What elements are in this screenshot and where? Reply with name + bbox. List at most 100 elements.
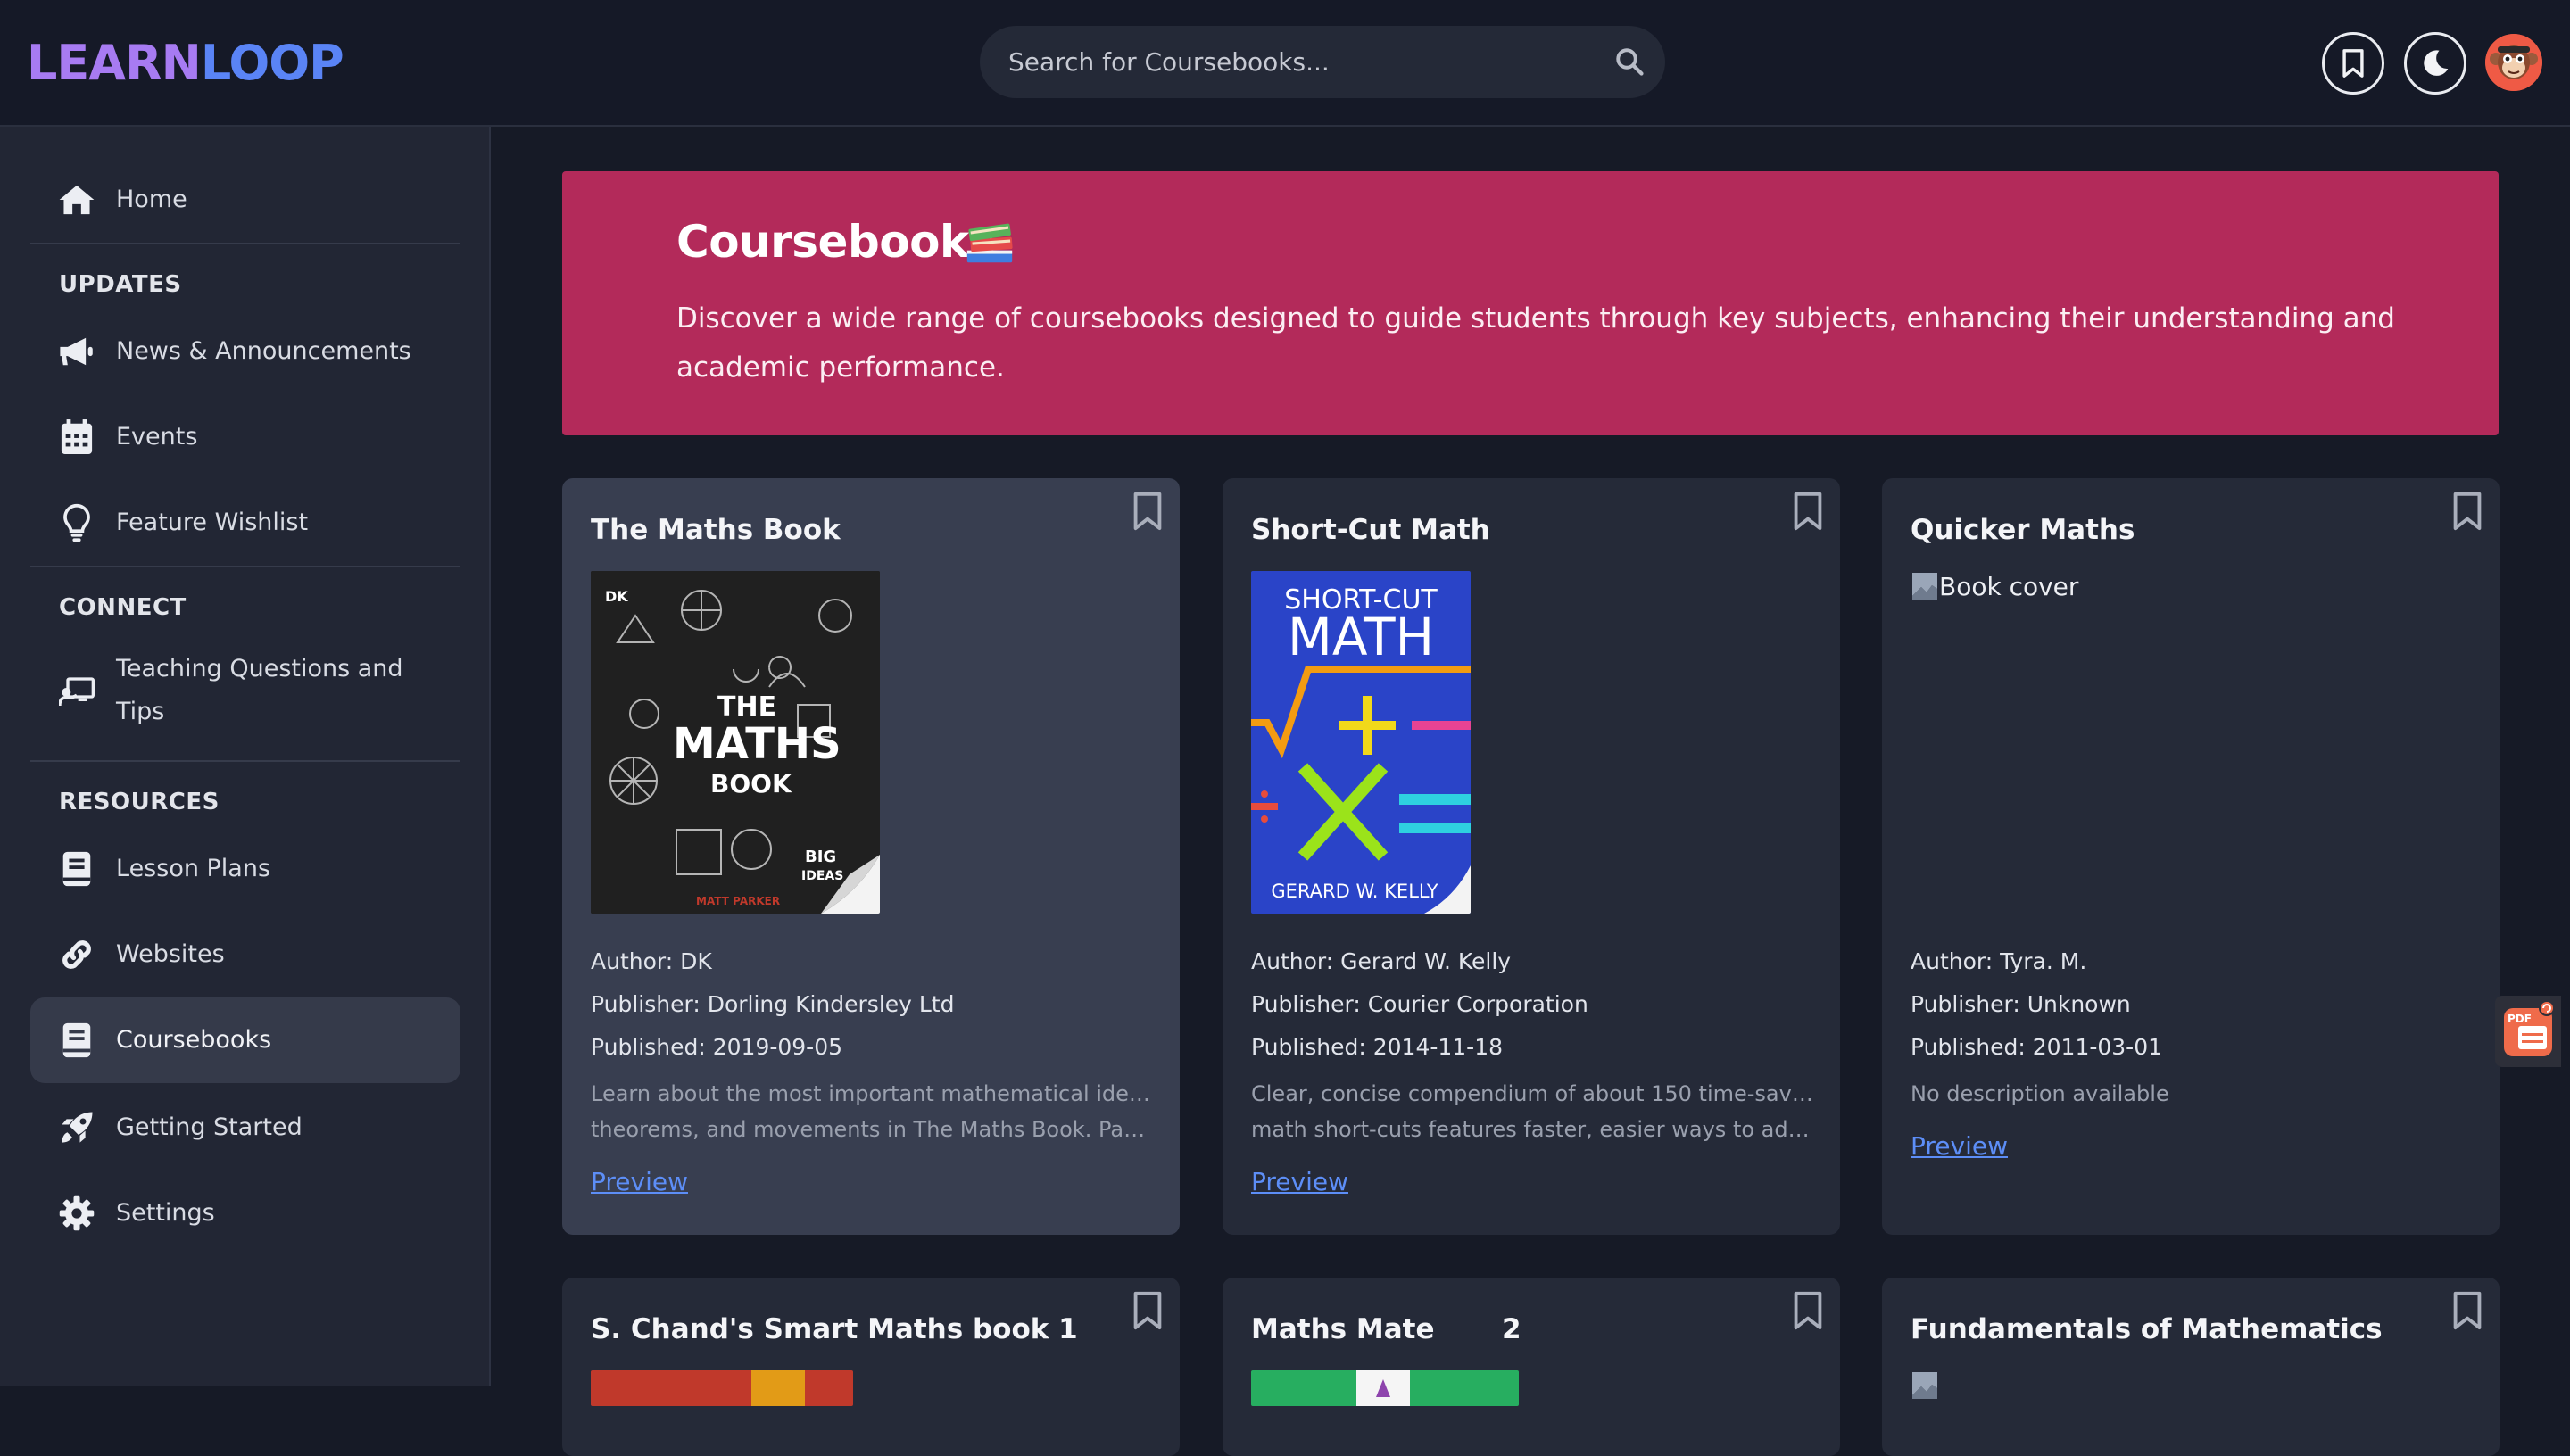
coursebook-card[interactable]: Maths Mate 2: [1223, 1278, 1840, 1456]
description-line: No description available: [1911, 1081, 2169, 1106]
card-published: Published: 2011-03-01: [1911, 1034, 2163, 1060]
logo-loop: LOOP: [200, 35, 344, 91]
divider: [30, 243, 460, 244]
section-title-updates: UPDATES: [59, 271, 182, 298]
coursebook-card[interactable]: Fundamentals of Mathematics: [1882, 1278, 2500, 1456]
sidebar-item-label: Teaching Questions and Tips: [116, 648, 403, 733]
sidebar-item-getting-started[interactable]: Getting Started: [30, 1085, 460, 1171]
sidebar-item-label: Home: [116, 186, 187, 213]
card-publisher: Publisher: Dorling Kindersley Ltd: [591, 991, 955, 1017]
sidebar-item-news[interactable]: News & Announcements: [30, 309, 460, 394]
sidebar-item-events[interactable]: Events: [30, 394, 460, 480]
card-title: Maths Mate 2: [1251, 1313, 1521, 1345]
sidebar-item-coursebooks[interactable]: Coursebooks: [30, 997, 460, 1083]
cover-dk-logo: DK: [605, 588, 628, 605]
gear-icon: [57, 1194, 96, 1233]
bookmarks-button[interactable]: [2322, 32, 2384, 95]
image-alt-text: Book cover: [1939, 571, 2079, 601]
preview-link[interactable]: Preview: [1911, 1131, 2008, 1161]
sidebar-item-lesson-plans[interactable]: Lesson Plans: [30, 826, 460, 912]
broken-image-icon: [1912, 1372, 1937, 1399]
pdf-label: PDF: [2508, 1013, 2532, 1025]
book-cover-image[interactable]: DK THE MATHS BOOK BIG IDEAS MATT PARKER: [591, 571, 880, 914]
card-title: Quicker Maths: [1911, 514, 2135, 546]
section-title-resources: RESOURCES: [59, 789, 220, 815]
logo-learn: LEARN: [27, 35, 202, 91]
bookmark-icon[interactable]: [2450, 491, 2485, 532]
sidebar-item-websites[interactable]: Websites: [30, 912, 460, 997]
sidebar-item-label: News & Announcements: [116, 337, 411, 365]
sidebar-item-teaching-questions[interactable]: Teaching Questions and Tips: [30, 639, 460, 746]
card-description: No description available: [1911, 1076, 2473, 1112]
card-author: Author: Gerard W. Kelly: [1251, 948, 1512, 974]
bookmark-icon[interactable]: [1130, 1290, 1165, 1331]
book-cover-image[interactable]: [1911, 1370, 1939, 1401]
preview-link[interactable]: Preview: [1251, 1167, 1348, 1196]
card-title: Fundamentals of Mathematics: [1911, 1313, 2383, 1345]
lightbulb-icon: [57, 503, 96, 542]
bookmark-icon: [2342, 49, 2364, 78]
broken-image-icon: [1912, 573, 1937, 600]
sidebar-item-label: Events: [116, 423, 198, 451]
sidebar-item-label: Lesson Plans: [116, 855, 271, 882]
card-publisher: Publisher: Unknown: [1911, 991, 2131, 1017]
card-published: Published: 2014-11-18: [1251, 1034, 1504, 1060]
description-line: Learn about the most important mathemati…: [591, 1081, 1153, 1106]
pdf-widget-button[interactable]: PDF: [2495, 996, 2561, 1067]
avatar[interactable]: [2485, 34, 2542, 91]
sidebar-item-label: Feature Wishlist: [116, 509, 309, 536]
book-icon: [57, 849, 96, 889]
moon-icon: [2424, 50, 2449, 76]
cover-author: MATT PARKER: [696, 895, 780, 907]
sidebar-item-label: Websites: [116, 940, 225, 968]
megaphone-icon: [57, 332, 96, 371]
book-cover-image[interactable]: [591, 1370, 853, 1406]
link-icon: [57, 935, 96, 974]
sidebar-item-feature-wishlist[interactable]: Feature Wishlist: [30, 480, 460, 566]
coursebook-card[interactable]: S. Chand's Smart Maths book 1: [562, 1278, 1180, 1456]
cover-author: GERARD W. KELLY: [1271, 881, 1438, 902]
coursebook-card[interactable]: Quicker Maths Book cover Author: Tyra. M…: [1882, 478, 2500, 1235]
cover-ideas: IDEAS: [801, 869, 843, 883]
search-input[interactable]: [1008, 26, 1579, 98]
page-title: Coursebooks: [676, 216, 995, 268]
sidebar-item-label: Getting Started: [116, 1113, 303, 1141]
book-cover-image[interactable]: SHORT-CUT MATH GERARD W. KELLY: [1251, 571, 1471, 914]
books-emoji-icon: [966, 223, 1013, 263]
bookmark-icon[interactable]: [1790, 1290, 1826, 1331]
teaching-label-line1: Teaching Questions and: [116, 655, 403, 682]
home-icon: [57, 180, 96, 219]
bookmark-icon[interactable]: [2450, 1290, 2485, 1331]
card-title: The Maths Book: [591, 514, 841, 546]
description-line: math short-cuts features faster, easier …: [1251, 1117, 1813, 1142]
sidebar: Home UPDATES News & Announcements Events…: [0, 127, 491, 1386]
search-icon[interactable]: [1613, 46, 1646, 78]
card-description: Learn about the most important mathemati…: [591, 1076, 1153, 1147]
bookmark-icon[interactable]: [1130, 491, 1165, 532]
book-cover-image[interactable]: [1251, 1370, 1519, 1406]
description-line: theorems, and movements in The Maths Boo…: [591, 1117, 1153, 1142]
theme-toggle-button[interactable]: [2404, 32, 2466, 95]
book-cover-image[interactable]: Book cover: [1911, 571, 2078, 601]
logo[interactable]: LEARNLOOP: [27, 34, 344, 93]
sidebar-item-label: Coursebooks: [116, 1026, 272, 1054]
sidebar-item-home[interactable]: Home: [30, 157, 460, 243]
cover-title-line3: BOOK: [710, 769, 792, 798]
cover-title-line1: THE: [717, 691, 776, 723]
pdf-icon: PDF: [2504, 1000, 2555, 1056]
sidebar-item-settings[interactable]: Settings: [30, 1171, 460, 1256]
card-author: Author: Tyra. M.: [1911, 948, 2087, 974]
top-bar: LEARNLOOP: [0, 0, 2570, 127]
cover-title-line2: MATHS: [673, 719, 841, 769]
card-publisher: Publisher: Courier Corporation: [1251, 991, 1588, 1017]
description-line: Clear, concise compendium of about 150 t…: [1251, 1081, 1813, 1106]
coursebook-card[interactable]: Short-Cut Math SHORT-CUT MATH GERARD W. …: [1223, 478, 1840, 1235]
teacher-icon: [57, 673, 96, 712]
coursebook-card[interactable]: The Maths Book DK THE MATHS BOOK BIG IDE…: [562, 478, 1180, 1235]
card-published: Published: 2019-09-05: [591, 1034, 843, 1060]
calendar-icon: [57, 418, 96, 457]
preview-link[interactable]: Preview: [591, 1167, 688, 1196]
bookmark-icon[interactable]: [1790, 491, 1826, 532]
banner-description: Discover a wide range of coursebooks des…: [676, 302, 2395, 384]
card-description: Clear, concise compendium of about 150 t…: [1251, 1076, 1813, 1147]
